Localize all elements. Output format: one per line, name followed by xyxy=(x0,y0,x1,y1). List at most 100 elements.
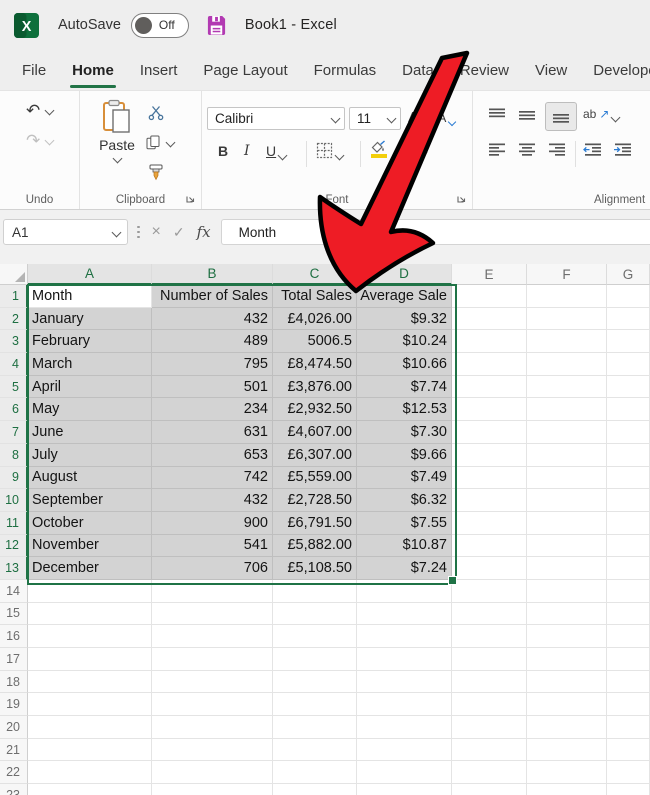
cell-D16[interactable] xyxy=(357,625,452,648)
cut-button[interactable] xyxy=(148,105,164,121)
redo-button[interactable]: ↷ xyxy=(26,132,53,149)
font-size-select[interactable]: 11 xyxy=(349,107,401,130)
cell-E1[interactable] xyxy=(452,285,527,308)
cell-G10[interactable] xyxy=(607,489,650,512)
cell-B13[interactable]: 706 xyxy=(152,557,273,580)
undo-dropdown-chevron-icon[interactable] xyxy=(45,106,55,116)
cell-B15[interactable] xyxy=(152,603,273,626)
cell-B16[interactable] xyxy=(152,625,273,648)
cell-B10[interactable]: 432 xyxy=(152,489,273,512)
cell-D7[interactable]: $7.30 xyxy=(357,421,452,444)
cell-A5[interactable]: April xyxy=(28,376,152,399)
cell-A12[interactable]: November xyxy=(28,535,152,558)
cell-D17[interactable] xyxy=(357,648,452,671)
cell-F4[interactable] xyxy=(527,353,607,376)
cell-C2[interactable]: £4,026.00 xyxy=(273,308,357,331)
align-right-button[interactable] xyxy=(549,143,566,157)
cell-B1[interactable]: Number of Sales xyxy=(152,285,273,308)
tab-page-layout[interactable]: Page Layout xyxy=(203,62,287,79)
cell-F1[interactable] xyxy=(527,285,607,308)
cell-E4[interactable] xyxy=(452,353,527,376)
cell-G11[interactable] xyxy=(607,512,650,535)
cell-D13[interactable]: $7.24 xyxy=(357,557,452,580)
cell-F21[interactable] xyxy=(527,739,607,762)
save-icon[interactable] xyxy=(206,14,227,37)
row-header-8[interactable]: 8 xyxy=(0,444,28,467)
cell-D3[interactable]: $10.24 xyxy=(357,330,452,353)
cell-E8[interactable] xyxy=(452,444,527,467)
cell-G16[interactable] xyxy=(607,625,650,648)
paste-button[interactable]: Paste xyxy=(92,99,142,162)
row-header-23[interactable]: 23 xyxy=(0,784,28,795)
cell-G9[interactable] xyxy=(607,467,650,490)
cell-E13[interactable] xyxy=(452,557,527,580)
cell-C4[interactable]: £8,474.50 xyxy=(273,353,357,376)
column-header-G[interactable]: G xyxy=(607,264,650,285)
undo-button[interactable]: ↶ xyxy=(26,102,53,119)
font-name-select[interactable]: Calibri xyxy=(207,107,345,130)
cell-F22[interactable] xyxy=(527,761,607,784)
cell-A21[interactable] xyxy=(28,739,152,762)
cell-E6[interactable] xyxy=(452,398,527,421)
cell-A1[interactable]: Month xyxy=(28,285,152,308)
cell-E3[interactable] xyxy=(452,330,527,353)
cell-G5[interactable] xyxy=(607,376,650,399)
cell-B5[interactable]: 501 xyxy=(152,376,273,399)
cell-E16[interactable] xyxy=(452,625,527,648)
column-header-D[interactable]: D xyxy=(357,264,452,285)
cell-A22[interactable] xyxy=(28,761,152,784)
cell-F20[interactable] xyxy=(527,716,607,739)
row-header-14[interactable]: 14 xyxy=(0,580,28,603)
cell-G21[interactable] xyxy=(607,739,650,762)
font-dialog-launcher-icon[interactable] xyxy=(456,193,467,204)
tab-file[interactable]: File xyxy=(22,62,46,79)
cell-B11[interactable]: 900 xyxy=(152,512,273,535)
cell-E18[interactable] xyxy=(452,671,527,694)
cell-E21[interactable] xyxy=(452,739,527,762)
cell-D20[interactable] xyxy=(357,716,452,739)
cell-F15[interactable] xyxy=(527,603,607,626)
cell-C21[interactable] xyxy=(273,739,357,762)
cell-A15[interactable] xyxy=(28,603,152,626)
cell-E9[interactable] xyxy=(452,467,527,490)
copy-dropdown-chevron-icon[interactable] xyxy=(166,138,176,148)
cell-A20[interactable] xyxy=(28,716,152,739)
borders-button[interactable] xyxy=(316,142,343,159)
cell-C3[interactable]: 5006.5 xyxy=(273,330,357,353)
row-header-4[interactable]: 4 xyxy=(0,353,28,376)
cell-F10[interactable] xyxy=(527,489,607,512)
fill-handle[interactable] xyxy=(448,576,457,585)
cell-A13[interactable]: December xyxy=(28,557,152,580)
cell-B12[interactable]: 541 xyxy=(152,535,273,558)
name-box-chevron-icon[interactable] xyxy=(112,227,122,237)
cell-G20[interactable] xyxy=(607,716,650,739)
cell-C19[interactable] xyxy=(273,693,357,716)
cell-A6[interactable]: May xyxy=(28,398,152,421)
cell-G4[interactable] xyxy=(607,353,650,376)
shrink-font-button[interactable]: A xyxy=(438,111,455,125)
cell-E17[interactable] xyxy=(452,648,527,671)
cell-B7[interactable]: 631 xyxy=(152,421,273,444)
row-header-7[interactable]: 7 xyxy=(0,421,28,444)
autosave-toggle[interactable]: Off xyxy=(131,13,189,38)
font-color-chevron-icon[interactable] xyxy=(418,148,428,158)
cell-C14[interactable] xyxy=(273,580,357,603)
cell-F3[interactable] xyxy=(527,330,607,353)
cell-F2[interactable] xyxy=(527,308,607,331)
cell-B22[interactable] xyxy=(152,761,273,784)
cell-G3[interactable] xyxy=(607,330,650,353)
row-header-3[interactable]: 3 xyxy=(0,330,28,353)
column-header-E[interactable]: E xyxy=(452,264,527,285)
cell-D22[interactable] xyxy=(357,761,452,784)
formula-input[interactable]: Month xyxy=(221,219,650,245)
cell-D4[interactable]: $10.66 xyxy=(357,353,452,376)
cell-A10[interactable]: September xyxy=(28,489,152,512)
orientation-chevron-icon[interactable] xyxy=(611,113,621,123)
cell-C20[interactable] xyxy=(273,716,357,739)
cell-A8[interactable]: July xyxy=(28,444,152,467)
cell-A7[interactable]: June xyxy=(28,421,152,444)
row-header-6[interactable]: 6 xyxy=(0,398,28,421)
cell-G1[interactable] xyxy=(607,285,650,308)
cell-D8[interactable]: $9.66 xyxy=(357,444,452,467)
cell-F12[interactable] xyxy=(527,535,607,558)
